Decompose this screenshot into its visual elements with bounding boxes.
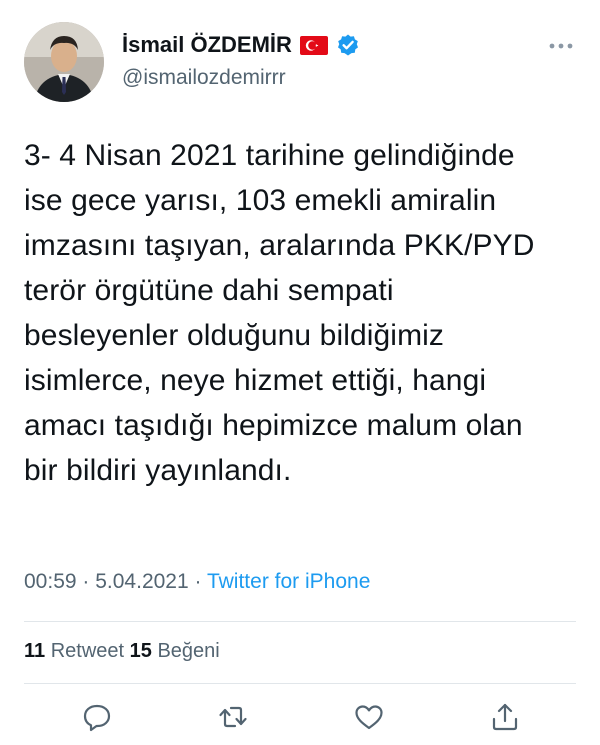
more-dots-icon[interactable] bbox=[546, 36, 576, 56]
turkish-flag-icon bbox=[299, 35, 328, 55]
reply-icon[interactable] bbox=[80, 700, 114, 734]
retweet-icon[interactable] bbox=[216, 700, 250, 734]
retweet-label[interactable]: Retweet bbox=[51, 640, 124, 662]
heart-icon[interactable] bbox=[352, 700, 386, 734]
tweet-time[interactable]: 00:59 bbox=[24, 570, 77, 593]
action-bar bbox=[24, 700, 576, 734]
meta-separator: · bbox=[188, 570, 207, 593]
display-name[interactable]: İsmail ÖZDEMİR bbox=[122, 32, 292, 58]
tweet-stats: 11 Retweet 15 Beğeni bbox=[24, 640, 220, 663]
user-handle[interactable]: @ismailozdemirrr bbox=[122, 66, 286, 90]
tweet-date[interactable]: 5.04.2021 bbox=[95, 570, 188, 593]
tweet-source[interactable]: Twitter for iPhone bbox=[207, 570, 370, 593]
name-row: İsmail ÖZDEMİR bbox=[122, 30, 360, 60]
avatar[interactable] bbox=[24, 22, 104, 102]
tweet-meta: 00:59 · 5.04.2021 · Twitter for iPhone bbox=[24, 570, 370, 594]
like-label[interactable]: Beğeni bbox=[157, 640, 219, 662]
divider bbox=[24, 621, 576, 622]
tweet-header: İsmail ÖZDEMİR @ismailozdemirrr bbox=[24, 22, 576, 104]
verified-badge-icon bbox=[336, 33, 360, 57]
meta-separator: · bbox=[76, 570, 96, 593]
divider bbox=[24, 683, 576, 684]
retweet-count[interactable]: 11 bbox=[24, 640, 45, 662]
tweet-text: 3- 4 Nisan 2021 tarihine gelindiğinde is… bbox=[24, 139, 535, 487]
share-icon[interactable] bbox=[488, 700, 522, 734]
like-count[interactable]: 15 bbox=[130, 640, 152, 662]
tweet-card: İsmail ÖZDEMİR @ismailozdemirrr 3- 4 Nis… bbox=[0, 0, 600, 745]
avatar-photo bbox=[24, 22, 104, 102]
